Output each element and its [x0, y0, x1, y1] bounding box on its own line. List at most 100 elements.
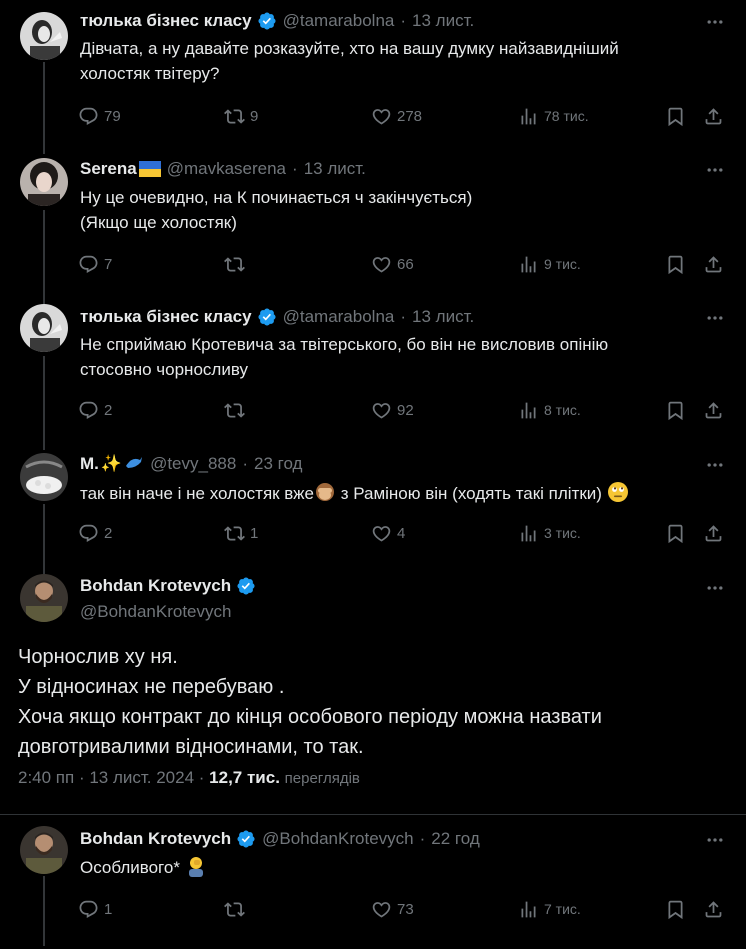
tweet[interactable]: тюлька бізнес класу @tamarabolna · 13 ли… — [0, 296, 746, 442]
reply-count: 2 — [104, 401, 113, 419]
views-button[interactable]: 8 тис. — [518, 398, 581, 422]
like-icon — [371, 400, 392, 421]
display-name[interactable]: тюлька бізнес класу — [80, 11, 252, 31]
share-icon — [703, 254, 724, 275]
views-count: 78 тис. — [544, 108, 589, 124]
views-button[interactable]: 3 тис. — [518, 521, 581, 545]
retweet-icon — [224, 254, 245, 275]
tweet-timestamp[interactable]: 2:40 пп · 13 лист. 2024 · — [18, 768, 209, 787]
avatar[interactable] — [20, 12, 68, 60]
more-icon[interactable] — [704, 160, 726, 180]
tweet-text-line: Ну це очевидно, на К починається ч закін… — [80, 188, 473, 207]
man-facepalming-icon — [188, 857, 203, 877]
bookmark-button[interactable] — [665, 521, 691, 545]
retweet-button[interactable] — [224, 398, 250, 422]
verified-icon — [257, 11, 277, 31]
tweet-text-line: холостяк твітеру? — [80, 64, 220, 83]
display-name[interactable]: M. — [80, 454, 99, 474]
avatar[interactable] — [20, 453, 68, 501]
bookmark-icon — [665, 899, 686, 920]
verified-icon — [236, 829, 256, 849]
share-icon — [703, 899, 724, 920]
tweet-text: Особливого* — [80, 855, 690, 880]
tweet-actions: 1 73 7 тис. — [78, 897, 726, 921]
display-name[interactable]: тюлька бізнес класу — [80, 307, 252, 327]
like-button[interactable]: 278 — [371, 104, 422, 128]
views-icon — [518, 254, 539, 275]
views-button[interactable]: 7 тис. — [518, 897, 581, 921]
bookmark-button[interactable] — [665, 104, 691, 128]
tweet-meta: 2:40 пп · 13 лист. 2024 · 12,7 тис. пере… — [18, 768, 360, 788]
tweet-time[interactable]: 22 год — [431, 829, 479, 849]
share-button[interactable] — [703, 521, 729, 545]
views-button[interactable]: 78 тис. — [518, 104, 589, 128]
share-icon — [703, 106, 724, 127]
reply-count: 79 — [104, 107, 121, 125]
tweet[interactable]: тюлька бізнес класу @tamarabolna · 13 ли… — [0, 0, 746, 152]
reply-button[interactable]: 1 — [78, 897, 112, 921]
user-handle[interactable]: @tamarabolna — [283, 11, 395, 31]
reply-button[interactable]: 2 — [78, 521, 112, 545]
tweet-time[interactable]: 13 лист. — [412, 11, 474, 31]
bookmark-button[interactable] — [665, 398, 691, 422]
display-name[interactable]: Bohdan Krotevych — [80, 829, 231, 849]
like-button[interactable]: 73 — [371, 897, 414, 921]
more-icon[interactable] — [704, 12, 726, 32]
reply-icon — [78, 400, 99, 421]
like-button[interactable]: 4 — [371, 521, 405, 545]
retweet-button[interactable] — [224, 897, 250, 921]
retweet-button[interactable] — [224, 252, 250, 276]
more-icon[interactable] — [704, 455, 726, 475]
more-icon[interactable] — [704, 578, 726, 598]
like-count: 278 — [397, 107, 423, 125]
views-button[interactable]: 9 тис. — [518, 252, 581, 276]
avatar[interactable] — [20, 158, 68, 206]
retweet-button[interactable]: 1 — [224, 521, 258, 545]
tweet-actions: 7 66 9 тис. — [78, 252, 726, 276]
more-icon[interactable] — [704, 830, 726, 850]
bookmark-button[interactable] — [665, 252, 691, 276]
user-handle[interactable]: @mavkaserena — [167, 159, 286, 179]
avatar[interactable] — [20, 826, 68, 874]
bookmark-button[interactable] — [665, 897, 691, 921]
separator-dot: · — [292, 159, 298, 178]
tweet[interactable]: Bohdan Krotevych @BohdanKrotevych · 22 г… — [0, 815, 746, 949]
tweet-time[interactable]: 13 лист. — [412, 307, 474, 327]
tweet-text-line: Хоча якщо контракт до кінця особового пе… — [18, 706, 602, 728]
tweet-time[interactable]: 13 лист. — [304, 159, 366, 179]
reply-count: 7 — [104, 255, 113, 273]
share-button[interactable] — [703, 104, 729, 128]
display-name[interactable]: Serena — [80, 159, 137, 179]
more-icon[interactable] — [704, 308, 726, 328]
retweet-icon — [224, 106, 245, 127]
share-button[interactable] — [703, 252, 729, 276]
tweet[interactable]: M. ✨ @tevy_888 · 23 год так він наче і н… — [0, 443, 746, 563]
like-button[interactable]: 66 — [371, 252, 414, 276]
views-count: 3 тис. — [544, 525, 581, 541]
user-handle[interactable]: @tevy_888 — [150, 454, 236, 474]
user-handle[interactable]: @BohdanKrotevych — [262, 829, 413, 849]
like-icon — [371, 899, 392, 920]
views-icon — [518, 400, 539, 421]
tweet-text-part: так він наче і не холостяк вже — [80, 484, 314, 503]
reply-button[interactable]: 79 — [78, 104, 121, 128]
share-button[interactable] — [703, 398, 729, 422]
user-handle[interactable]: @tamarabolna — [283, 307, 395, 327]
retweet-button[interactable]: 9 — [224, 104, 258, 128]
avatar[interactable] — [20, 574, 68, 622]
user-handle[interactable]: @BohdanKrotevych — [80, 602, 262, 622]
tweet[interactable]: Serena @mavkaserena · 13 лист. Ну це оче… — [0, 148, 746, 296]
like-button[interactable]: 92 — [371, 398, 414, 422]
reply-button[interactable]: 2 — [78, 398, 112, 422]
tweet-time[interactable]: 23 год — [254, 454, 302, 474]
separator-dot: · — [242, 454, 248, 473]
reply-icon — [78, 899, 99, 920]
retweet-icon — [224, 899, 245, 920]
display-name[interactable]: Bohdan Krotevych — [80, 576, 231, 596]
like-count: 73 — [397, 900, 414, 918]
share-button[interactable] — [703, 897, 729, 921]
avatar[interactable] — [20, 304, 68, 352]
tweet-text-line: Чорнослив ху ня. — [18, 646, 178, 668]
reply-button[interactable]: 7 — [78, 252, 112, 276]
like-count: 66 — [397, 255, 414, 273]
